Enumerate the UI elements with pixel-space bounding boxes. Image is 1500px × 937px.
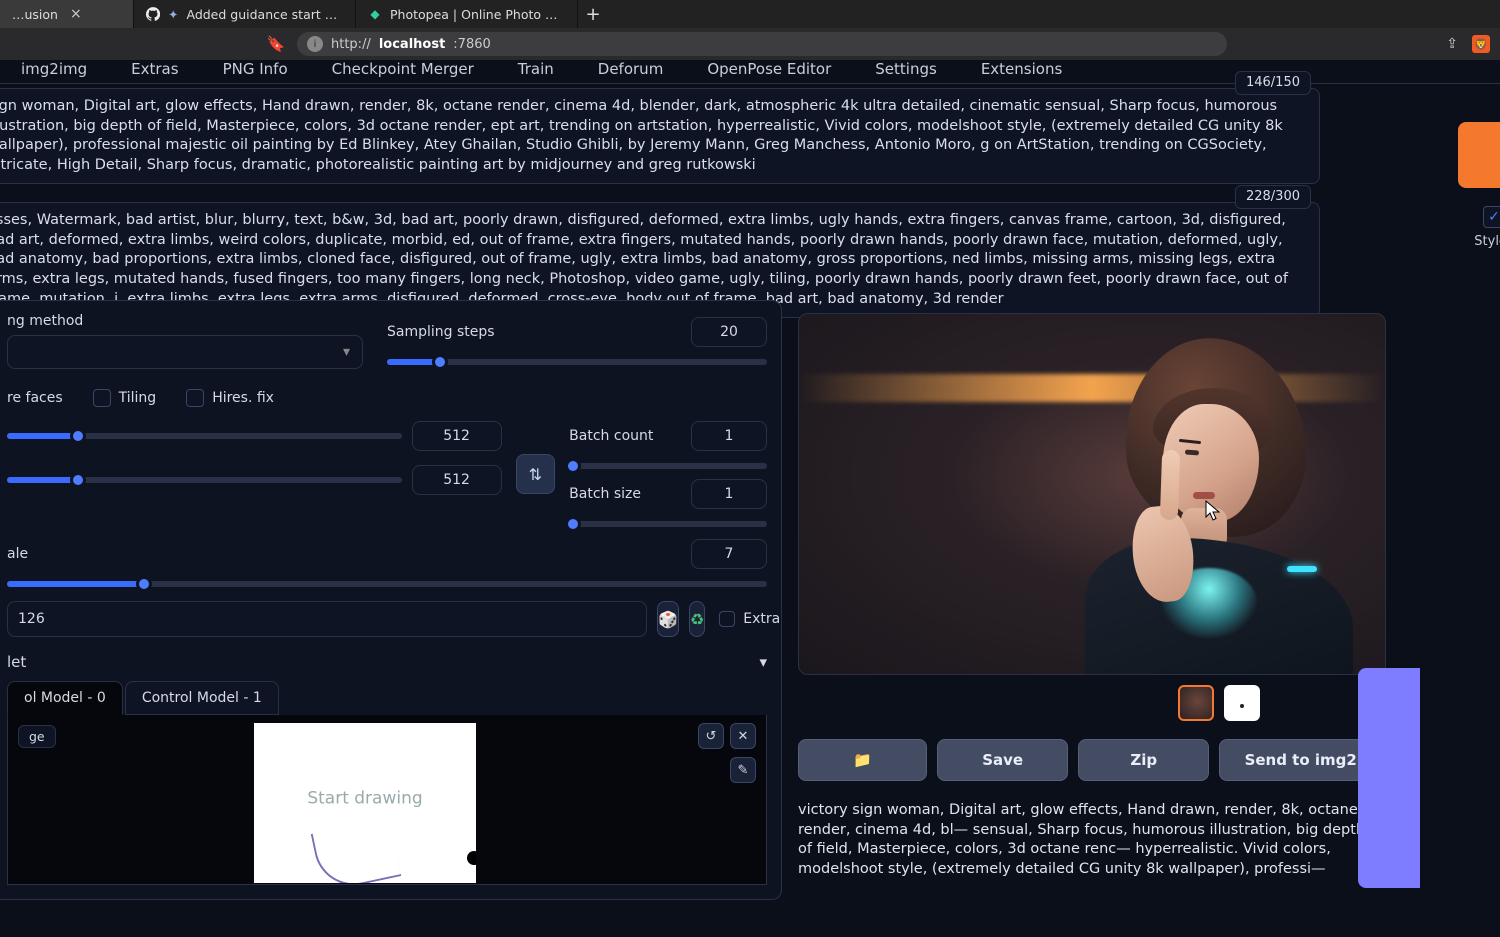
folder-icon: 📁	[853, 751, 872, 769]
close-icon[interactable]: ×	[70, 6, 82, 22]
address-bar: 🔖 i http:// localhost :7860 ⇪ 🦁	[0, 28, 1500, 60]
sparkle-icon: ✦	[168, 7, 178, 22]
checkbox-box	[186, 389, 204, 407]
nav-tab-extensions[interactable]: Extensions	[973, 60, 1070, 84]
brush-cursor	[467, 851, 476, 865]
undo-button[interactable]: ↺	[698, 723, 724, 749]
styles-label: Styles	[1468, 234, 1500, 249]
checkbox-box	[93, 389, 111, 407]
url-input[interactable]: i http:// localhost :7860	[297, 32, 1227, 56]
tab-title: Photopea | Online Photo Editor	[390, 7, 565, 22]
url-domain: localhost	[379, 37, 445, 52]
sampling-steps-value[interactable]: 20	[691, 317, 767, 347]
sampling-steps-slider[interactable]	[387, 359, 767, 365]
batch-size-label: Batch size	[569, 486, 641, 502]
sampling-steps-label: Sampling steps	[387, 324, 495, 340]
batch-size-value[interactable]: 1	[691, 479, 767, 509]
cfg-scale-label: ale	[7, 546, 28, 562]
height-slider[interactable]	[7, 477, 402, 483]
width-slider[interactable]	[7, 433, 402, 439]
chevron-down-icon[interactable]: ▾	[759, 653, 767, 671]
styles-block: ✓ Styles	[1468, 206, 1500, 249]
url-scheme: http://	[331, 37, 371, 52]
nav-tab-pnginfo[interactable]: PNG Info	[215, 60, 296, 84]
batch-count-label: Batch count	[569, 428, 653, 444]
nav-tab-extras[interactable]: Extras	[123, 60, 186, 84]
thumbnail[interactable]	[1178, 685, 1214, 721]
controlnet-tabs: ol Model - 0 Control Model - 1	[7, 681, 767, 715]
url-port: :7860	[453, 37, 490, 52]
controlnet-image-tag[interactable]: ge	[18, 725, 56, 748]
random-seed-button[interactable]: 🎲	[657, 601, 679, 637]
tab-title: …usion	[12, 7, 58, 22]
token-counter: 146/150	[1235, 71, 1311, 95]
brave-shield-icon[interactable]: 🦁	[1472, 35, 1490, 53]
controlnet-tab-1[interactable]: Control Model - 1	[125, 681, 279, 715]
canvas-hint: Start drawing	[307, 789, 422, 809]
generate-button[interactable]	[1458, 122, 1500, 188]
zip-button[interactable]: Zip	[1078, 739, 1209, 781]
cfg-scale-slider[interactable]	[7, 581, 767, 587]
generation-settings: ng method ▾ Sampling steps 20 re faces	[0, 300, 782, 900]
sampling-method-label: ng method	[7, 313, 363, 329]
positive-prompt[interactable]: 146/150 sign woman, Digital art, glow ef…	[0, 88, 1320, 184]
not-secure-icon: i	[307, 36, 323, 52]
reuse-seed-button[interactable]: ♻	[689, 601, 705, 637]
nav-tab-ckptmerger[interactable]: Checkpoint Merger	[324, 60, 482, 84]
controlnet-body: ge Start drawing ↺ ✕ ✎	[7, 715, 767, 885]
open-folder-button[interactable]: 📁	[798, 739, 927, 781]
controlnet-canvas[interactable]: Start drawing	[254, 723, 476, 883]
browser-tab[interactable]: ◆ Photopea | Online Photo Editor	[356, 0, 578, 28]
swap-dimensions-button[interactable]: ⇅	[516, 454, 556, 494]
tiling-checkbox[interactable]: Tiling	[93, 389, 157, 407]
cfg-scale-value[interactable]: 7	[691, 539, 767, 569]
figure	[1033, 332, 1353, 672]
edit-tool-button[interactable]: ✎	[730, 757, 756, 783]
token-counter: 228/300	[1235, 185, 1311, 209]
seed-value: 126	[18, 611, 45, 627]
extra-seed-checkbox[interactable]: Extra	[719, 611, 780, 627]
mouse-cursor-icon	[1205, 500, 1221, 522]
batch-count-slider[interactable]	[569, 463, 767, 469]
controlnet-tab-0[interactable]: ol Model - 0	[7, 681, 123, 715]
browser-tab[interactable]: …usion ×	[0, 0, 134, 28]
batch-count-value[interactable]: 1	[691, 421, 767, 451]
nav-tab-train[interactable]: Train	[510, 60, 562, 84]
nav-tab-settings[interactable]: Settings	[867, 60, 945, 84]
hiresfix-checkbox[interactable]: Hires. fix	[186, 389, 274, 407]
save-button[interactable]: Save	[937, 739, 1068, 781]
clear-button[interactable]: ✕	[730, 723, 756, 749]
chevron-down-icon: ▾	[343, 344, 350, 360]
positive-prompt-text: sign woman, Digital art, glow effects, H…	[0, 98, 1283, 173]
nav-tab-img2img[interactable]: img2img	[13, 60, 95, 84]
browser-tab[interactable]: ✦ Added guidance start parameter. U…	[134, 0, 356, 28]
styles-checkbox[interactable]: ✓	[1483, 206, 1500, 228]
github-icon	[146, 7, 160, 21]
output-panel: 📁 Save Zip Send to img2in victory sign w…	[798, 313, 1398, 879]
generated-image[interactable]	[798, 313, 1386, 675]
seed-input[interactable]: 126	[7, 601, 647, 637]
side-panel[interactable]	[1358, 668, 1420, 888]
negative-prompt-text: asses, Watermark, bad artist, blur, blur…	[0, 212, 1288, 306]
thumbnail[interactable]	[1224, 685, 1260, 721]
controlnet-header[interactable]: let	[7, 653, 26, 671]
height-value[interactable]: 512	[412, 465, 502, 495]
new-tab-button[interactable]: +	[578, 0, 608, 28]
width-value[interactable]: 512	[412, 421, 502, 451]
nav-tab-openpose[interactable]: OpenPose Editor	[699, 60, 839, 84]
checkbox-box	[719, 611, 735, 627]
browser-tab-strip: …usion × ✦ Added guidance start paramete…	[0, 0, 1500, 28]
batch-size-slider[interactable]	[569, 521, 767, 527]
photopea-icon: ◆	[368, 7, 382, 21]
restore-faces-checkbox[interactable]: re faces	[7, 390, 63, 406]
sampling-method-select[interactable]: ▾	[7, 335, 363, 369]
sketch-stroke	[311, 818, 402, 883]
generation-info: victory sign woman, Digital art, glow ef…	[798, 801, 1378, 879]
tab-title: Added guidance start parameter. U…	[186, 7, 343, 22]
share-icon[interactable]: ⇪	[1446, 36, 1458, 52]
bookmark-icon[interactable]: 🔖	[265, 35, 287, 53]
nav-tab-deforum[interactable]: Deforum	[590, 60, 672, 84]
